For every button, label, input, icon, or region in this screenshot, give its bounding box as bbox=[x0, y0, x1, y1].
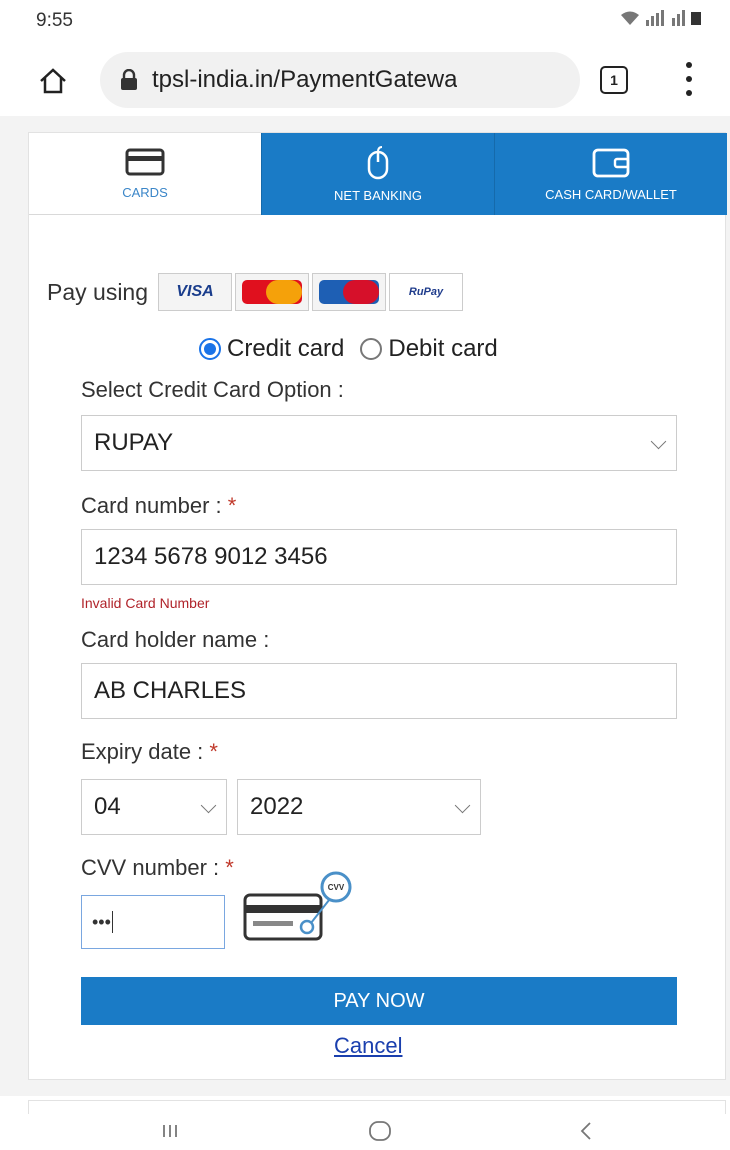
signal-icon bbox=[646, 10, 664, 26]
expiry-date-label: Expiry date : * bbox=[81, 739, 218, 764]
mastercard-logo bbox=[235, 273, 310, 311]
tab-switcher-button[interactable]: 1 bbox=[600, 66, 628, 94]
cancel-link[interactable]: Cancel bbox=[334, 1033, 402, 1059]
card-holder-input[interactable]: AB CHARLES bbox=[81, 663, 677, 719]
cvv-help-icon: CVV bbox=[243, 871, 352, 941]
cvv-label: CVV number : * bbox=[81, 855, 234, 880]
wallet-icon bbox=[592, 148, 630, 177]
status-time: 9:55 bbox=[36, 10, 73, 31]
payment-tabs: CARDS NET BANKING CASH CARD/WALLET bbox=[29, 133, 727, 215]
expiry-month-select[interactable]: 04 bbox=[81, 779, 227, 835]
debit-card-radio[interactable] bbox=[360, 338, 383, 360]
card-number-input[interactable]: 1234 5678 9012 3456 bbox=[81, 529, 677, 585]
expiry-year-select[interactable]: 2022 bbox=[237, 779, 481, 835]
pay-now-button[interactable]: PAY NOW bbox=[81, 977, 677, 1025]
payment-card: CARDS NET BANKING CASH CARD/WALLET Pay u… bbox=[28, 132, 727, 1080]
tab-label-wallet: CASH CARD/WALLET bbox=[545, 186, 677, 202]
card-option-value: RUPAY bbox=[94, 429, 174, 456]
url-text: tpsl-india.in/PaymentGatewa bbox=[152, 66, 458, 93]
card-option-select[interactable]: RUPAY bbox=[81, 415, 677, 471]
tab-cash-card-wallet[interactable]: CASH CARD/WALLET bbox=[494, 133, 727, 215]
pay-using-row: Pay using VISA RuPay bbox=[47, 273, 466, 311]
next-section-edge bbox=[28, 1100, 726, 1114]
card-icon bbox=[125, 148, 165, 176]
tab-net-banking[interactable]: NET BANKING bbox=[261, 133, 494, 215]
expiry-year-value: 2022 bbox=[250, 793, 304, 820]
visa-logo: VISA bbox=[158, 273, 233, 311]
recents-icon[interactable] bbox=[150, 1114, 190, 1148]
home-nav-icon[interactable] bbox=[360, 1114, 400, 1148]
credit-card-radio[interactable] bbox=[199, 338, 221, 360]
url-bar[interactable]: tpsl-india.in/PaymentGatewa bbox=[100, 52, 580, 108]
status-icons bbox=[620, 10, 702, 26]
card-holder-value: AB CHARLES bbox=[94, 677, 247, 704]
cvv-value: ••• bbox=[92, 911, 111, 932]
expiry-month-value: 04 bbox=[94, 793, 121, 820]
card-number-label: Card number : * bbox=[81, 493, 237, 518]
android-nav-bar bbox=[0, 1114, 730, 1150]
svg-text:CVV: CVV bbox=[328, 883, 345, 892]
required-mark: * bbox=[227, 493, 237, 518]
pay-using-label: Pay using bbox=[47, 278, 149, 305]
debit-card-label[interactable]: Debit card bbox=[388, 335, 497, 363]
browser-toolbar: tpsl-india.in/PaymentGatewa 1 bbox=[0, 44, 730, 116]
card-option-label: Select Credit Card Option : bbox=[81, 377, 344, 402]
tab-label-net-banking: NET BANKING bbox=[334, 187, 422, 203]
signal-icon-2 bbox=[672, 10, 685, 26]
chevron-down-icon bbox=[454, 797, 471, 814]
wifi-icon bbox=[621, 11, 639, 25]
more-menu-icon[interactable] bbox=[685, 62, 693, 96]
cvv-input[interactable]: ••• bbox=[81, 895, 225, 949]
card-number-error: Invalid Card Number bbox=[81, 595, 210, 611]
credit-card-label[interactable]: Credit card bbox=[227, 335, 344, 363]
lock-icon bbox=[121, 69, 137, 90]
tab-cards[interactable]: CARDS bbox=[29, 133, 261, 215]
card-type-radios: Credit card Debit card bbox=[199, 335, 498, 363]
home-icon[interactable] bbox=[38, 66, 68, 96]
card-number-value: 1234 5678 9012 3456 bbox=[94, 543, 328, 570]
rupay-logo: RuPay bbox=[389, 273, 464, 311]
status-bar: 9:55 bbox=[0, 0, 730, 42]
chevron-down-icon bbox=[200, 797, 217, 814]
tab-label-cards: CARDS bbox=[122, 185, 168, 200]
chevron-down-icon bbox=[650, 433, 667, 450]
back-icon[interactable] bbox=[566, 1114, 606, 1148]
maestro-logo bbox=[312, 273, 387, 311]
battery-icon bbox=[691, 12, 701, 25]
mouse-icon bbox=[367, 145, 389, 179]
card-holder-label: Card holder name : bbox=[81, 627, 270, 652]
